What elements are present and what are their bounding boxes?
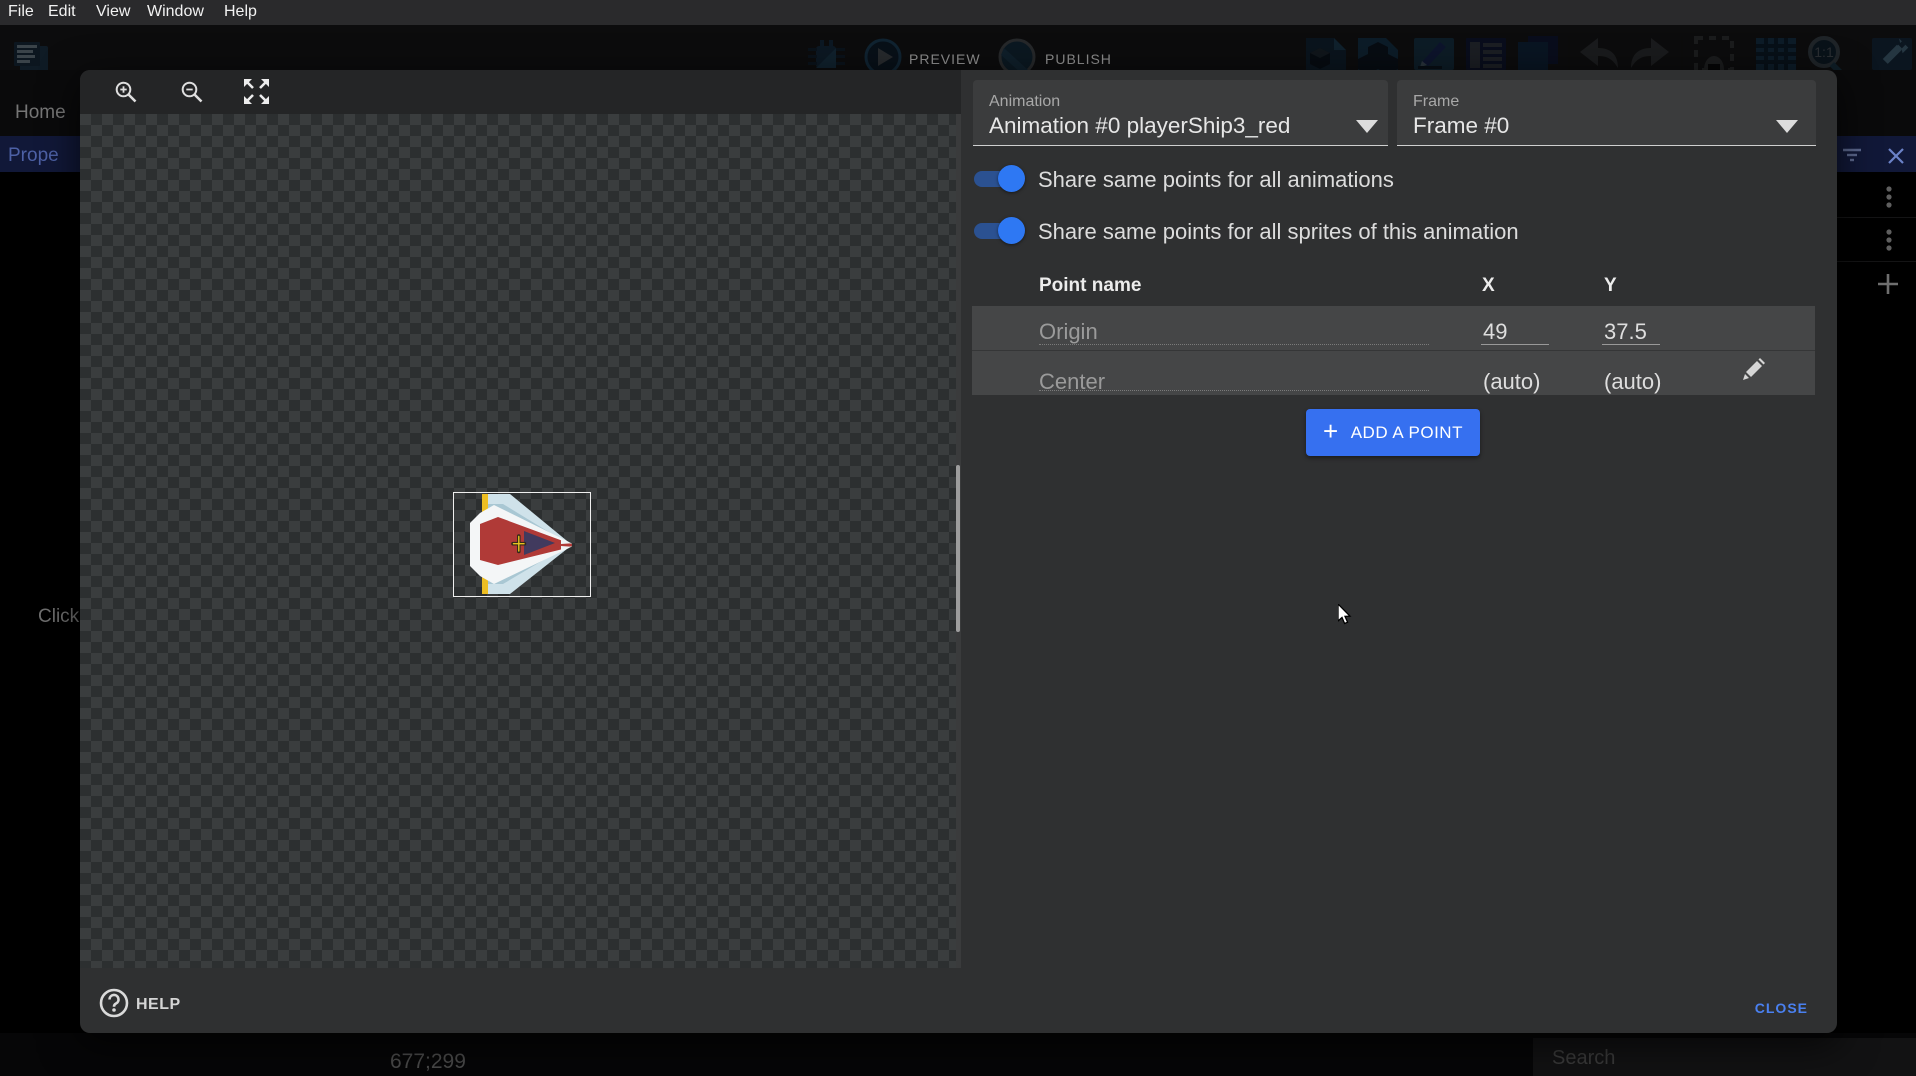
svg-text:1:1: 1:1 bbox=[1814, 44, 1834, 60]
